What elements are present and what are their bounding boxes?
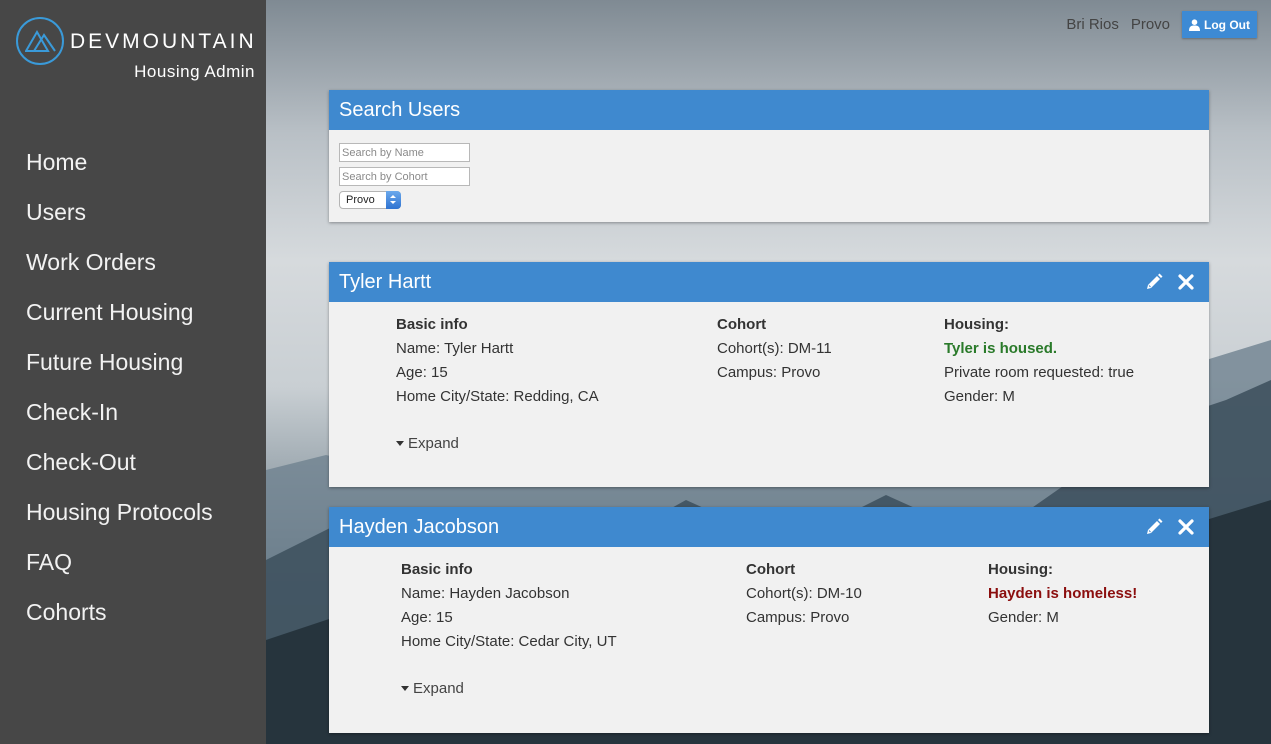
user-icon <box>1189 18 1201 31</box>
user-name-line: Name: Hayden Jacobson <box>401 585 570 602</box>
expand-label: Expand <box>413 680 464 697</box>
caret-down-icon <box>401 685 409 691</box>
gender-line: Gender: M <box>988 609 1059 626</box>
expand-toggle[interactable]: Expand <box>396 435 459 452</box>
sidebar-item-future-housing[interactable]: Future Housing <box>26 345 213 395</box>
housing-column: Housing: Tyler is housed. Private room r… <box>944 315 1134 411</box>
sidebar-nav: Home Users Work Orders Current Housing F… <box>26 145 213 645</box>
brand-name: DEVMOUNTAIN <box>70 30 257 53</box>
user-card-title: Tyler Hartt <box>339 270 432 293</box>
campus-line: Campus: Provo <box>746 609 850 626</box>
expand-label: Expand <box>408 435 459 452</box>
expand-toggle[interactable]: Expand <box>401 680 464 697</box>
search-users-panel: Search Users Provo <box>329 90 1209 222</box>
search-by-name-input[interactable] <box>339 143 470 162</box>
sidebar-item-check-in[interactable]: Check-In <box>26 395 213 445</box>
sidebar-item-faq[interactable]: FAQ <box>26 545 213 595</box>
delete-x-icon[interactable] <box>1177 273 1195 291</box>
cohort-heading: Cohort <box>717 316 767 333</box>
caret-down-icon <box>396 440 404 446</box>
housing-status: Hayden is homeless! <box>988 585 1138 602</box>
private-room-line: Private room requested: true <box>944 364 1135 381</box>
user-card: Hayden Jacobson Basic info Name: Hayden … <box>329 507 1209 733</box>
panel-title: Search Users <box>339 98 461 121</box>
devmountain-logo-icon <box>16 17 64 65</box>
sidebar-item-cohorts[interactable]: Cohorts <box>26 595 213 645</box>
user-card-header: Hayden Jacobson <box>329 507 1209 547</box>
basic-info-heading: Basic info <box>401 561 473 578</box>
campus-select-value: Provo <box>346 194 375 206</box>
housing-status: Tyler is housed. <box>944 340 1058 357</box>
cohort-heading: Cohort <box>746 561 796 578</box>
basic-info-column: Basic info Name: Tyler Hartt Age: 15 Hom… <box>396 315 599 411</box>
sidebar: DEVMOUNTAIN Housing Admin Home Users Wor… <box>0 0 266 744</box>
cohorts-line: Cohort(s): DM-10 <box>746 585 862 602</box>
sidebar-item-home[interactable]: Home <box>26 145 213 195</box>
user-card-actions <box>1145 518 1195 536</box>
select-arrows-icon <box>386 191 401 209</box>
housing-heading: Housing: <box>988 561 1053 578</box>
logout-label: Log Out <box>1204 17 1250 32</box>
user-age-line: Age: 15 <box>401 609 453 626</box>
user-card: Tyler Hartt Basic info Name: Tyler Hartt… <box>329 262 1209 487</box>
search-by-cohort-input[interactable] <box>339 167 470 186</box>
search-form: Provo <box>329 130 1209 222</box>
basic-info-heading: Basic info <box>396 316 468 333</box>
housing-heading: Housing: <box>944 316 1009 333</box>
top-bar: Bri Rios Provo Log Out <box>1066 11 1257 38</box>
edit-pencil-icon[interactable] <box>1145 273 1163 291</box>
user-city-line: Home City/State: Redding, CA <box>396 388 599 405</box>
user-age-line: Age: 15 <box>396 364 448 381</box>
panel-header: Search Users <box>329 90 1209 130</box>
delete-x-icon[interactable] <box>1177 518 1195 536</box>
edit-pencil-icon[interactable] <box>1145 518 1163 536</box>
sidebar-item-users[interactable]: Users <box>26 195 213 245</box>
housing-column: Housing: Hayden is homeless! Gender: M <box>988 560 1137 632</box>
user-city-line: Home City/State: Cedar City, UT <box>401 633 617 650</box>
sidebar-item-check-out[interactable]: Check-Out <box>26 445 213 495</box>
sidebar-item-current-housing[interactable]: Current Housing <box>26 295 213 345</box>
user-info: Basic info Name: Tyler Hartt Age: 15 Hom… <box>329 302 1209 487</box>
user-name-line: Name: Tyler Hartt <box>396 340 514 357</box>
brand-subtitle: Housing Admin <box>134 62 255 81</box>
user-card-header: Tyler Hartt <box>329 262 1209 302</box>
logout-button[interactable]: Log Out <box>1182 11 1257 38</box>
current-user-name: Bri Rios <box>1066 16 1119 33</box>
user-card-actions <box>1145 273 1195 291</box>
basic-info-column: Basic info Name: Hayden Jacobson Age: 15… <box>401 560 617 656</box>
cohort-column: Cohort Cohort(s): DM-11 Campus: Provo <box>717 315 832 387</box>
user-info: Basic info Name: Hayden Jacobson Age: 15… <box>329 547 1209 732</box>
campus-select[interactable]: Provo <box>339 191 401 209</box>
gender-line: Gender: M <box>944 388 1015 405</box>
cohorts-line: Cohort(s): DM-11 <box>717 340 832 357</box>
user-card-title: Hayden Jacobson <box>339 515 500 538</box>
sidebar-item-work-orders[interactable]: Work Orders <box>26 245 213 295</box>
sidebar-item-housing-protocols[interactable]: Housing Protocols <box>26 495 213 545</box>
cohort-column: Cohort Cohort(s): DM-10 Campus: Provo <box>746 560 862 632</box>
brand[interactable]: DEVMOUNTAIN Housing Admin <box>16 17 261 87</box>
current-campus: Provo <box>1130 16 1171 33</box>
campus-line: Campus: Provo <box>717 364 821 381</box>
